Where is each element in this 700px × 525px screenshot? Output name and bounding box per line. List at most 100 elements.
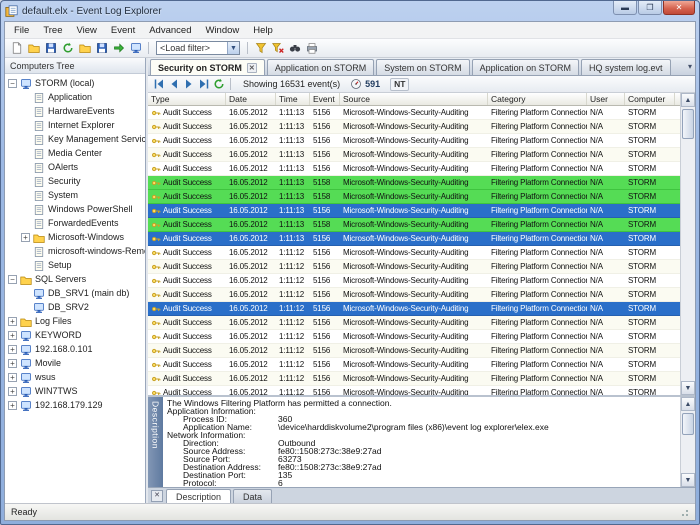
tree-item-192-168-179-129[interactable]: +192.168.179.129 <box>5 398 145 412</box>
tab-close-icon[interactable]: ✕ <box>247 63 257 73</box>
column-header-category[interactable]: Category <box>488 93 587 105</box>
collapse-icon[interactable]: − <box>8 275 17 284</box>
table-row[interactable]: Audit Success16.05.20121:11:135156Micros… <box>148 120 680 134</box>
scroll-down-icon[interactable]: ▼ <box>681 381 695 395</box>
menu-file[interactable]: File <box>7 24 36 37</box>
table-row[interactable]: Audit Success16.05.20121:11:135156Micros… <box>148 148 680 162</box>
column-header-date[interactable]: Date <box>226 93 276 105</box>
titlebar[interactable]: default.elx - Event Log Explorer ▬ ❐ ✕ <box>1 1 699 21</box>
tree-item-microsoft-windows[interactable]: +Microsoft-Windows <box>5 230 145 244</box>
table-row[interactable]: Audit Success16.05.20121:11:125156Micros… <box>148 358 680 372</box>
menu-window[interactable]: Window <box>198 24 246 37</box>
expand-icon[interactable]: + <box>8 387 17 396</box>
tree-item-192-168-0-101[interactable]: +192.168.0.101 <box>5 342 145 356</box>
tree-item-forwardedevents[interactable]: ForwardedEvents <box>5 216 145 230</box>
new-workspace-icon[interactable] <box>8 40 25 56</box>
table-row[interactable]: Audit Success16.05.20121:11:135156Micros… <box>148 106 680 120</box>
table-row[interactable]: Audit Success16.05.20121:11:135156Micros… <box>148 204 680 218</box>
tree-item-key-management-service[interactable]: Key Management Service <box>5 132 145 146</box>
view-tree-icon[interactable] <box>127 40 144 56</box>
table-row[interactable]: Audit Success16.05.20121:11:125156Micros… <box>148 288 680 302</box>
desc-scroll-up-icon[interactable]: ▲ <box>681 397 695 411</box>
tree-item-media-center[interactable]: Media Center <box>5 146 145 160</box>
desc-scroll-down-icon[interactable]: ▼ <box>681 473 695 487</box>
first-event-icon[interactable] <box>151 77 166 91</box>
table-row[interactable]: Audit Success16.05.20121:11:125156Micros… <box>148 330 680 344</box>
table-row[interactable]: Audit Success16.05.20121:11:125156Micros… <box>148 260 680 274</box>
table-row[interactable]: Audit Success16.05.20121:11:135158Micros… <box>148 176 680 190</box>
tree-item-microsoft-windows-remotedesktop[interactable]: microsoft-windows-RemoteDesktop <box>5 244 145 258</box>
tree-item-db-srv2[interactable]: DB_SRV2 <box>5 300 145 314</box>
tree-item-db-srv1-main-db[interactable]: DB_SRV1 (main db) <box>5 286 145 300</box>
filter-icon[interactable] <box>252 40 269 56</box>
resize-grip[interactable] <box>679 507 689 517</box>
chevron-down-icon[interactable]: ▼ <box>227 42 239 54</box>
table-row[interactable]: Audit Success16.05.20121:11:135156Micros… <box>148 134 680 148</box>
scroll-up-icon[interactable]: ▲ <box>681 93 695 107</box>
expand-icon[interactable]: + <box>8 401 17 410</box>
tab-system-on-storm[interactable]: System on STORM <box>376 59 469 75</box>
table-row[interactable]: Audit Success16.05.20121:11:125156Micros… <box>148 372 680 386</box>
tree-item-storm-local[interactable]: −STORM (local) <box>5 76 145 90</box>
desc-scroll-track[interactable] <box>681 411 695 473</box>
load-log-icon[interactable] <box>110 40 127 56</box>
close-panel-icon[interactable]: ✕ <box>151 490 163 502</box>
grid-scrollbar[interactable]: ▲ ▼ <box>680 93 695 395</box>
tree-item-keyword[interactable]: +KEYWORD <box>5 328 145 342</box>
expand-icon[interactable]: + <box>8 345 17 354</box>
scrollbar-thumb[interactable] <box>682 109 694 139</box>
menu-help[interactable]: Help <box>246 24 280 37</box>
last-event-icon[interactable] <box>196 77 211 91</box>
column-header-user[interactable]: User <box>587 93 625 105</box>
tree-item-hardwareevents[interactable]: HardwareEvents <box>5 104 145 118</box>
minimize-icon[interactable]: ▬ <box>613 1 637 15</box>
find-event-icon[interactable] <box>286 40 303 56</box>
menu-view[interactable]: View <box>70 24 104 37</box>
tree-item-application[interactable]: Application <box>5 90 145 104</box>
menu-advanced[interactable]: Advanced <box>142 24 198 37</box>
tree-item-system[interactable]: System <box>5 188 145 202</box>
table-row[interactable]: Audit Success16.05.20121:11:125156Micros… <box>148 386 680 395</box>
print-icon[interactable] <box>303 40 320 56</box>
tab-application-on-storm[interactable]: Application on STORM <box>267 59 374 75</box>
tab-hq-system-log-evt[interactable]: HQ system log.evt <box>581 59 671 75</box>
expand-icon[interactable]: + <box>8 331 17 340</box>
column-header-type[interactable]: Type <box>148 93 226 105</box>
column-header-time[interactable]: Time <box>276 93 310 105</box>
desc-scrollbar-thumb[interactable] <box>682 413 694 435</box>
bottom-tab-data[interactable]: Data <box>233 489 272 503</box>
tree-item-windows-powershell[interactable]: Windows PowerShell <box>5 202 145 216</box>
tree-item-wsus[interactable]: +wsus <box>5 370 145 384</box>
description-side-tab[interactable]: Description <box>148 397 163 487</box>
scroll-track[interactable] <box>681 107 695 381</box>
table-row[interactable]: Audit Success16.05.20121:11:125156Micros… <box>148 316 680 330</box>
event-rate-gauge-icon[interactable] <box>348 77 363 91</box>
close-icon[interactable]: ✕ <box>663 1 695 15</box>
table-row[interactable]: Audit Success16.05.20121:11:125156Micros… <box>148 274 680 288</box>
clear-filter-icon[interactable] <box>269 40 286 56</box>
maximize-icon[interactable]: ❐ <box>638 1 662 15</box>
table-row[interactable]: Audit Success16.05.20121:11:125156Micros… <box>148 302 680 316</box>
tree-item-sql-servers[interactable]: −SQL Servers <box>5 272 145 286</box>
menu-event[interactable]: Event <box>104 24 142 37</box>
table-row[interactable]: Audit Success16.05.20121:11:135156Micros… <box>148 162 680 176</box>
table-row[interactable]: Audit Success16.05.20121:11:125156Micros… <box>148 344 680 358</box>
open-workspace-icon[interactable] <box>25 40 42 56</box>
save-workspace-icon[interactable] <box>42 40 59 56</box>
tree-item-security[interactable]: Security <box>5 174 145 188</box>
load-filter-combo[interactable]: <Load filter>▼ <box>156 41 240 55</box>
table-row[interactable]: Audit Success16.05.20121:11:135156Micros… <box>148 232 680 246</box>
column-header-event[interactable]: Event <box>310 93 340 105</box>
tree-item-oalerts[interactable]: OAlerts <box>5 160 145 174</box>
refresh-log-icon[interactable] <box>59 40 76 56</box>
expand-icon[interactable]: + <box>8 317 17 326</box>
expand-icon[interactable]: + <box>21 233 30 242</box>
tree-item-movile[interactable]: +Movile <box>5 356 145 370</box>
refresh-view-icon[interactable] <box>211 77 226 91</box>
tab-application-on-storm[interactable]: Application on STORM <box>472 59 579 75</box>
expand-icon[interactable]: + <box>8 373 17 382</box>
menu-tree[interactable]: Tree <box>36 24 69 37</box>
bottom-tab-description[interactable]: Description <box>166 489 231 503</box>
tab-security-on-storm[interactable]: Security on STORM✕ <box>150 59 265 75</box>
tree-item-win7tws[interactable]: +WIN7TWS <box>5 384 145 398</box>
